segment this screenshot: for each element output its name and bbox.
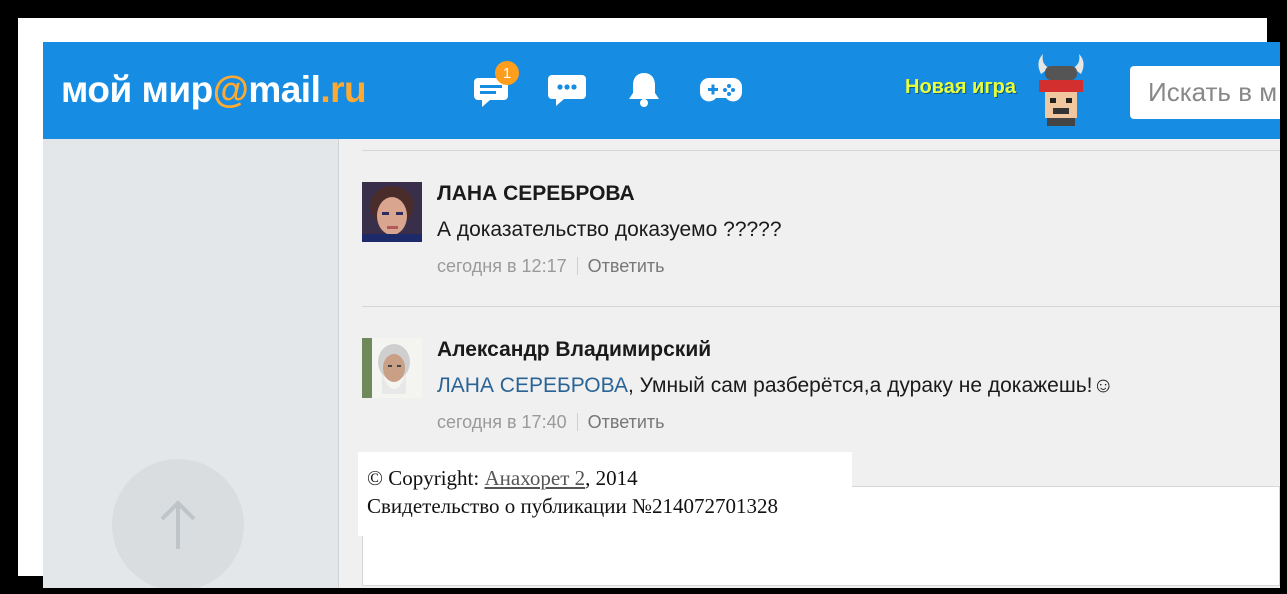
comment-author[interactable]: ЛАНА СЕРЕБРОВА [437, 182, 635, 206]
mention-link[interactable]: ЛАНА СЕРЕБРОВА [437, 374, 628, 397]
copyright-year: , 2014 [585, 466, 638, 490]
chat-icon [548, 75, 586, 106]
new-game-link[interactable]: Новая игра [905, 76, 1016, 99]
site-logo[interactable]: мой мир@mail.ru [61, 66, 367, 114]
comment-meta: сегодня в 17:40 Ответить [437, 412, 665, 433]
reply-button[interactable]: Ответить [588, 412, 665, 432]
avatar-photo [362, 182, 422, 242]
scroll-top-button[interactable] [112, 459, 244, 588]
certificate-text: Свидетельство о публикации №214072701328 [367, 494, 779, 518]
comment-body: , Умный сам разберётся,а дураку не докаж… [627, 374, 1114, 397]
chat-button[interactable] [543, 66, 591, 114]
screenshot-frame: мой мир@mail.ru 1 Новая игра Искать в м … [18, 18, 1280, 588]
divider [362, 150, 1280, 151]
top-bar: мой мир@mail.ru 1 Новая игра Искать в м [43, 42, 1280, 139]
messages-button[interactable]: 1 [467, 61, 519, 114]
divider [362, 306, 1280, 307]
copyright-line: © Copyright: Анахорет 2, 2014 [367, 464, 852, 492]
reply-button[interactable]: Ответить [588, 256, 665, 276]
meta-divider [576, 257, 578, 275]
avatar[interactable] [362, 182, 422, 242]
browser-viewport: мой мир@mail.ru 1 Новая игра Искать в м … [43, 42, 1280, 588]
left-sidebar [43, 139, 339, 588]
logo-at-text: @ [212, 69, 249, 110]
notifications-button[interactable] [620, 66, 668, 114]
comment-text: ЛАНА СЕРЕБРОВА, Умный сам разберётся,а д… [437, 374, 1114, 398]
messages-badge: 1 [495, 61, 519, 85]
comment-text: А доказательство доказуемо ????? [437, 218, 782, 241]
comment-meta: сегодня в 12:17 Ответить [437, 256, 665, 277]
author-link[interactable]: Анахорет 2 [484, 466, 585, 490]
arrow-up-icon [160, 500, 196, 549]
logo-mail-text: mail [248, 69, 321, 110]
avatar-photo [362, 338, 422, 398]
copyright-block: © Copyright: Анахорет 2, 2014 Свидетельс… [358, 452, 852, 536]
gamepad-icon [700, 78, 742, 102]
logo-ru-text: ru [330, 69, 367, 110]
comment-time: сегодня в 17:40 [437, 412, 567, 432]
logo-dot-text: . [320, 69, 331, 110]
comment-author[interactable]: Александр Владимирский [437, 338, 711, 362]
comment-time: сегодня в 12:17 [437, 256, 567, 276]
copyright-prefix: © Copyright: [367, 466, 485, 490]
game-character-icon[interactable] [1031, 52, 1091, 128]
meta-divider [576, 413, 578, 431]
bell-icon [629, 73, 659, 107]
avatar[interactable] [362, 338, 422, 398]
search-input[interactable] [1130, 66, 1280, 119]
games-button[interactable] [697, 66, 745, 114]
logo-main-text: мой мир [61, 69, 213, 110]
